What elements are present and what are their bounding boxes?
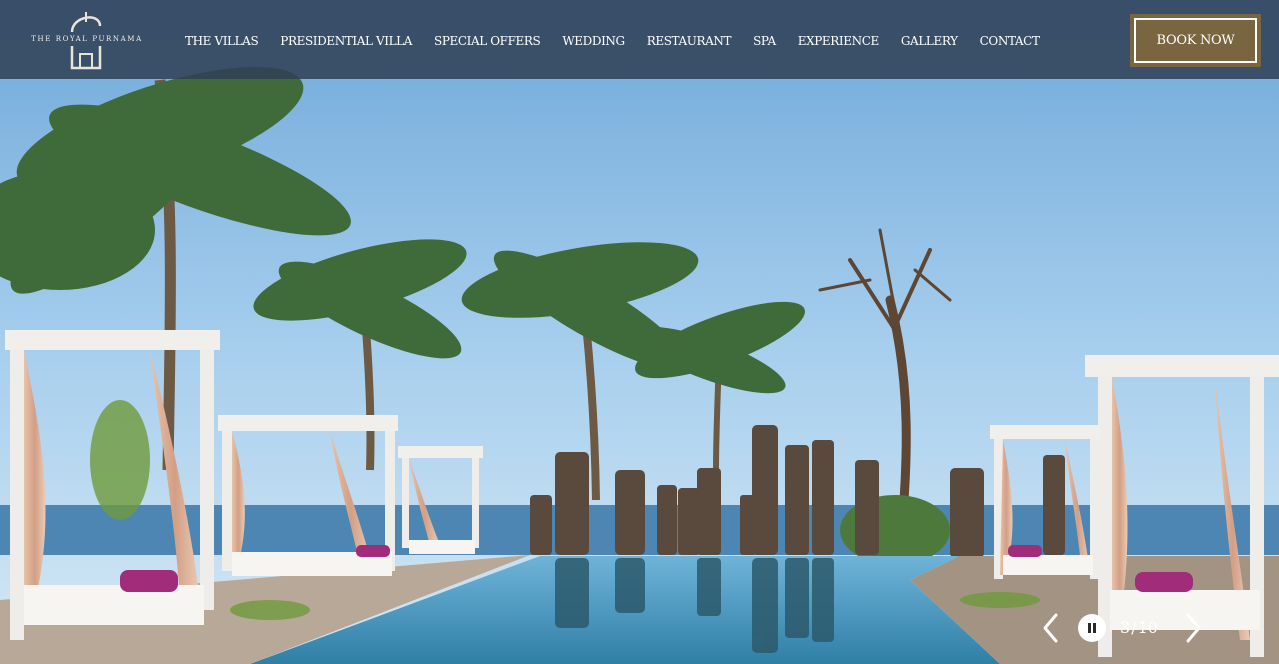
book-now-button[interactable]: BOOK NOW — [1130, 14, 1261, 67]
logo-text: THE ROYAL PURNAMA — [31, 35, 143, 43]
nav-item-contact[interactable]: CONTACT — [969, 34, 1051, 48]
nav-item-the-villas[interactable]: THE VILLAS — [174, 34, 269, 48]
nav-item-spa[interactable]: SPA — [742, 34, 787, 48]
hero-slider: THE ROYAL PURNAMA THE VILLAS PRESIDENTIA… — [0, 0, 1279, 664]
hero-image — [0, 0, 1279, 664]
chevron-left-icon[interactable] — [1036, 610, 1066, 646]
slide-counter: 3/10 — [1120, 618, 1158, 637]
nav-item-gallery[interactable]: GALLERY — [890, 34, 969, 48]
slide-separator: / — [1131, 618, 1137, 637]
nav-item-presidential-villa[interactable]: PRESIDENTIAL VILLA — [269, 34, 423, 48]
nav-item-wedding[interactable]: WEDDING — [551, 34, 635, 48]
main-nav: THE VILLAS PRESIDENTIAL VILLA SPECIAL OF… — [174, 30, 1051, 52]
book-now-label: BOOK NOW — [1134, 18, 1257, 63]
chevron-right-icon[interactable] — [1178, 610, 1208, 646]
slide-current: 3 — [1120, 618, 1131, 637]
nav-item-experience[interactable]: EXPERIENCE — [787, 34, 890, 48]
brand-logo[interactable]: THE ROYAL PURNAMA — [24, 8, 150, 70]
slide-total: 10 — [1137, 618, 1158, 637]
top-navigation-bar: THE ROYAL PURNAMA THE VILLAS PRESIDENTIA… — [0, 0, 1279, 79]
pause-icon[interactable] — [1078, 614, 1106, 642]
nav-item-special-offers[interactable]: SPECIAL OFFERS — [423, 34, 551, 48]
nav-item-restaurant[interactable]: RESTAURANT — [636, 34, 742, 48]
slider-controls: 3/10 — [1036, 606, 1214, 650]
